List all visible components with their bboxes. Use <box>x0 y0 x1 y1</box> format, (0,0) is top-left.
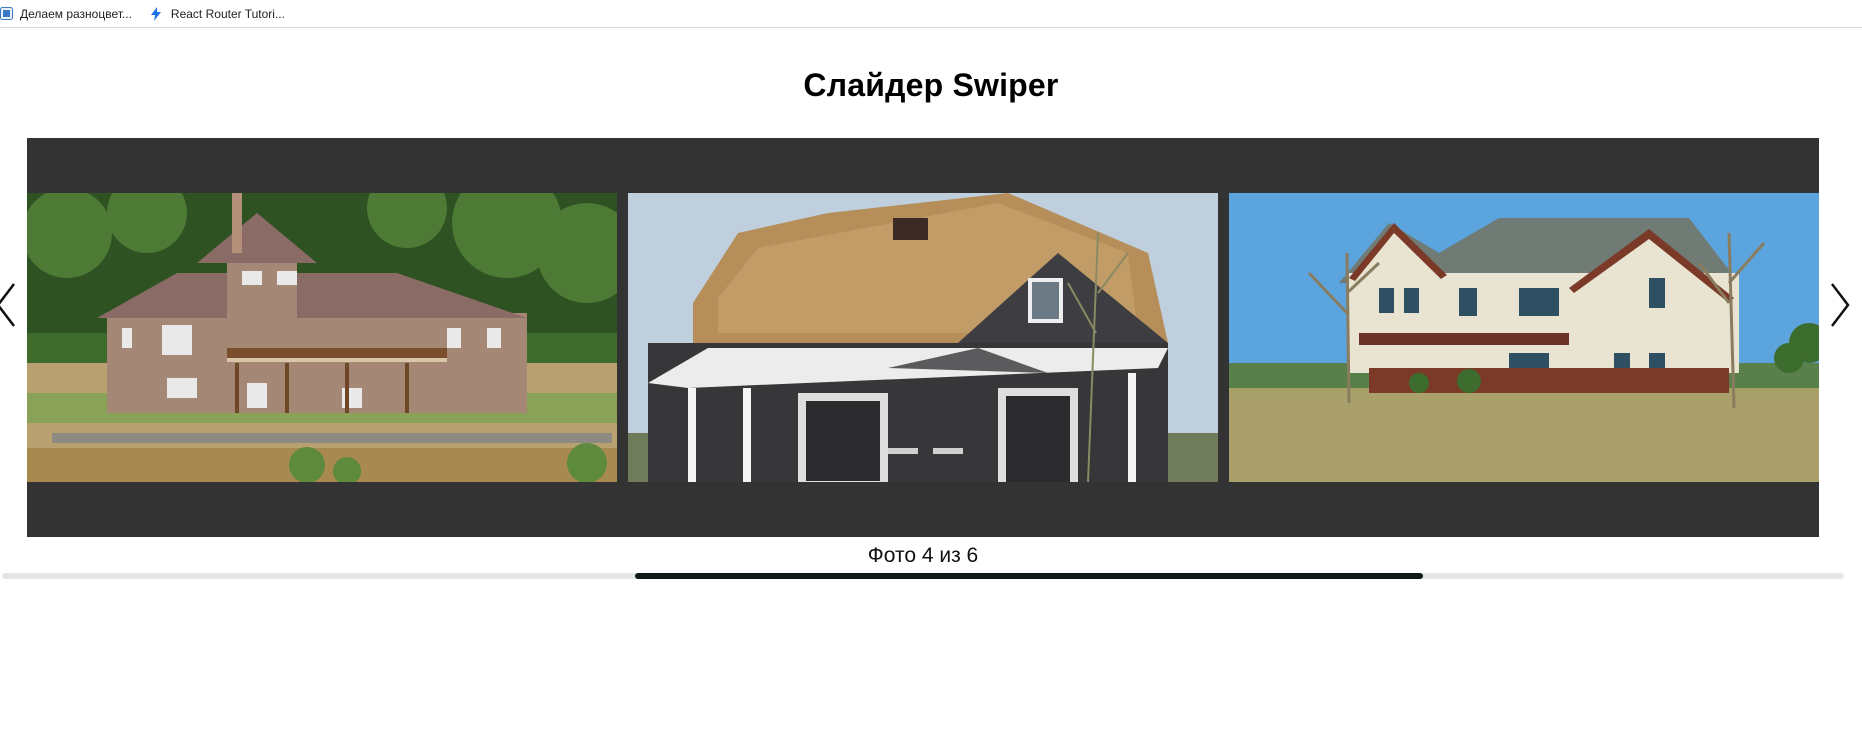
page-title: Слайдер Swiper <box>803 67 1059 103</box>
white-siding-house-photo <box>1229 193 1819 482</box>
bookmark-label: React Router Tutori... <box>170 6 285 21</box>
chevron-right-icon <box>1831 283 1850 327</box>
bookmark-item-1[interactable]: Делаем разноцвет... <box>0 4 132 24</box>
bookmark-label: Делаем разноцвет... <box>20 6 132 21</box>
swiper-slider[interactable] <box>27 138 1819 537</box>
next-arrow-button[interactable] <box>1826 280 1852 330</box>
thatched-roof-house-photo <box>628 193 1218 482</box>
slide-thatched-house[interactable] <box>628 193 1218 482</box>
slide-counter: Фото 4 из 6 <box>867 544 979 567</box>
slide-brick-house[interactable] <box>27 193 617 482</box>
bolt-icon <box>150 6 161 21</box>
prev-arrow-button[interactable] <box>0 280 20 330</box>
slide-siding-house[interactable] <box>1229 193 1819 482</box>
chevron-left-icon <box>0 283 15 327</box>
brick-house-photo <box>27 193 617 482</box>
scrollbar-thumb[interactable] <box>635 573 1423 579</box>
page-icon <box>0 7 13 20</box>
bookmarks-bar: Делаем разноцвет... React Router Tutori.… <box>0 0 1862 28</box>
bookmark-item-2[interactable]: React Router Tutori... <box>150 4 285 24</box>
